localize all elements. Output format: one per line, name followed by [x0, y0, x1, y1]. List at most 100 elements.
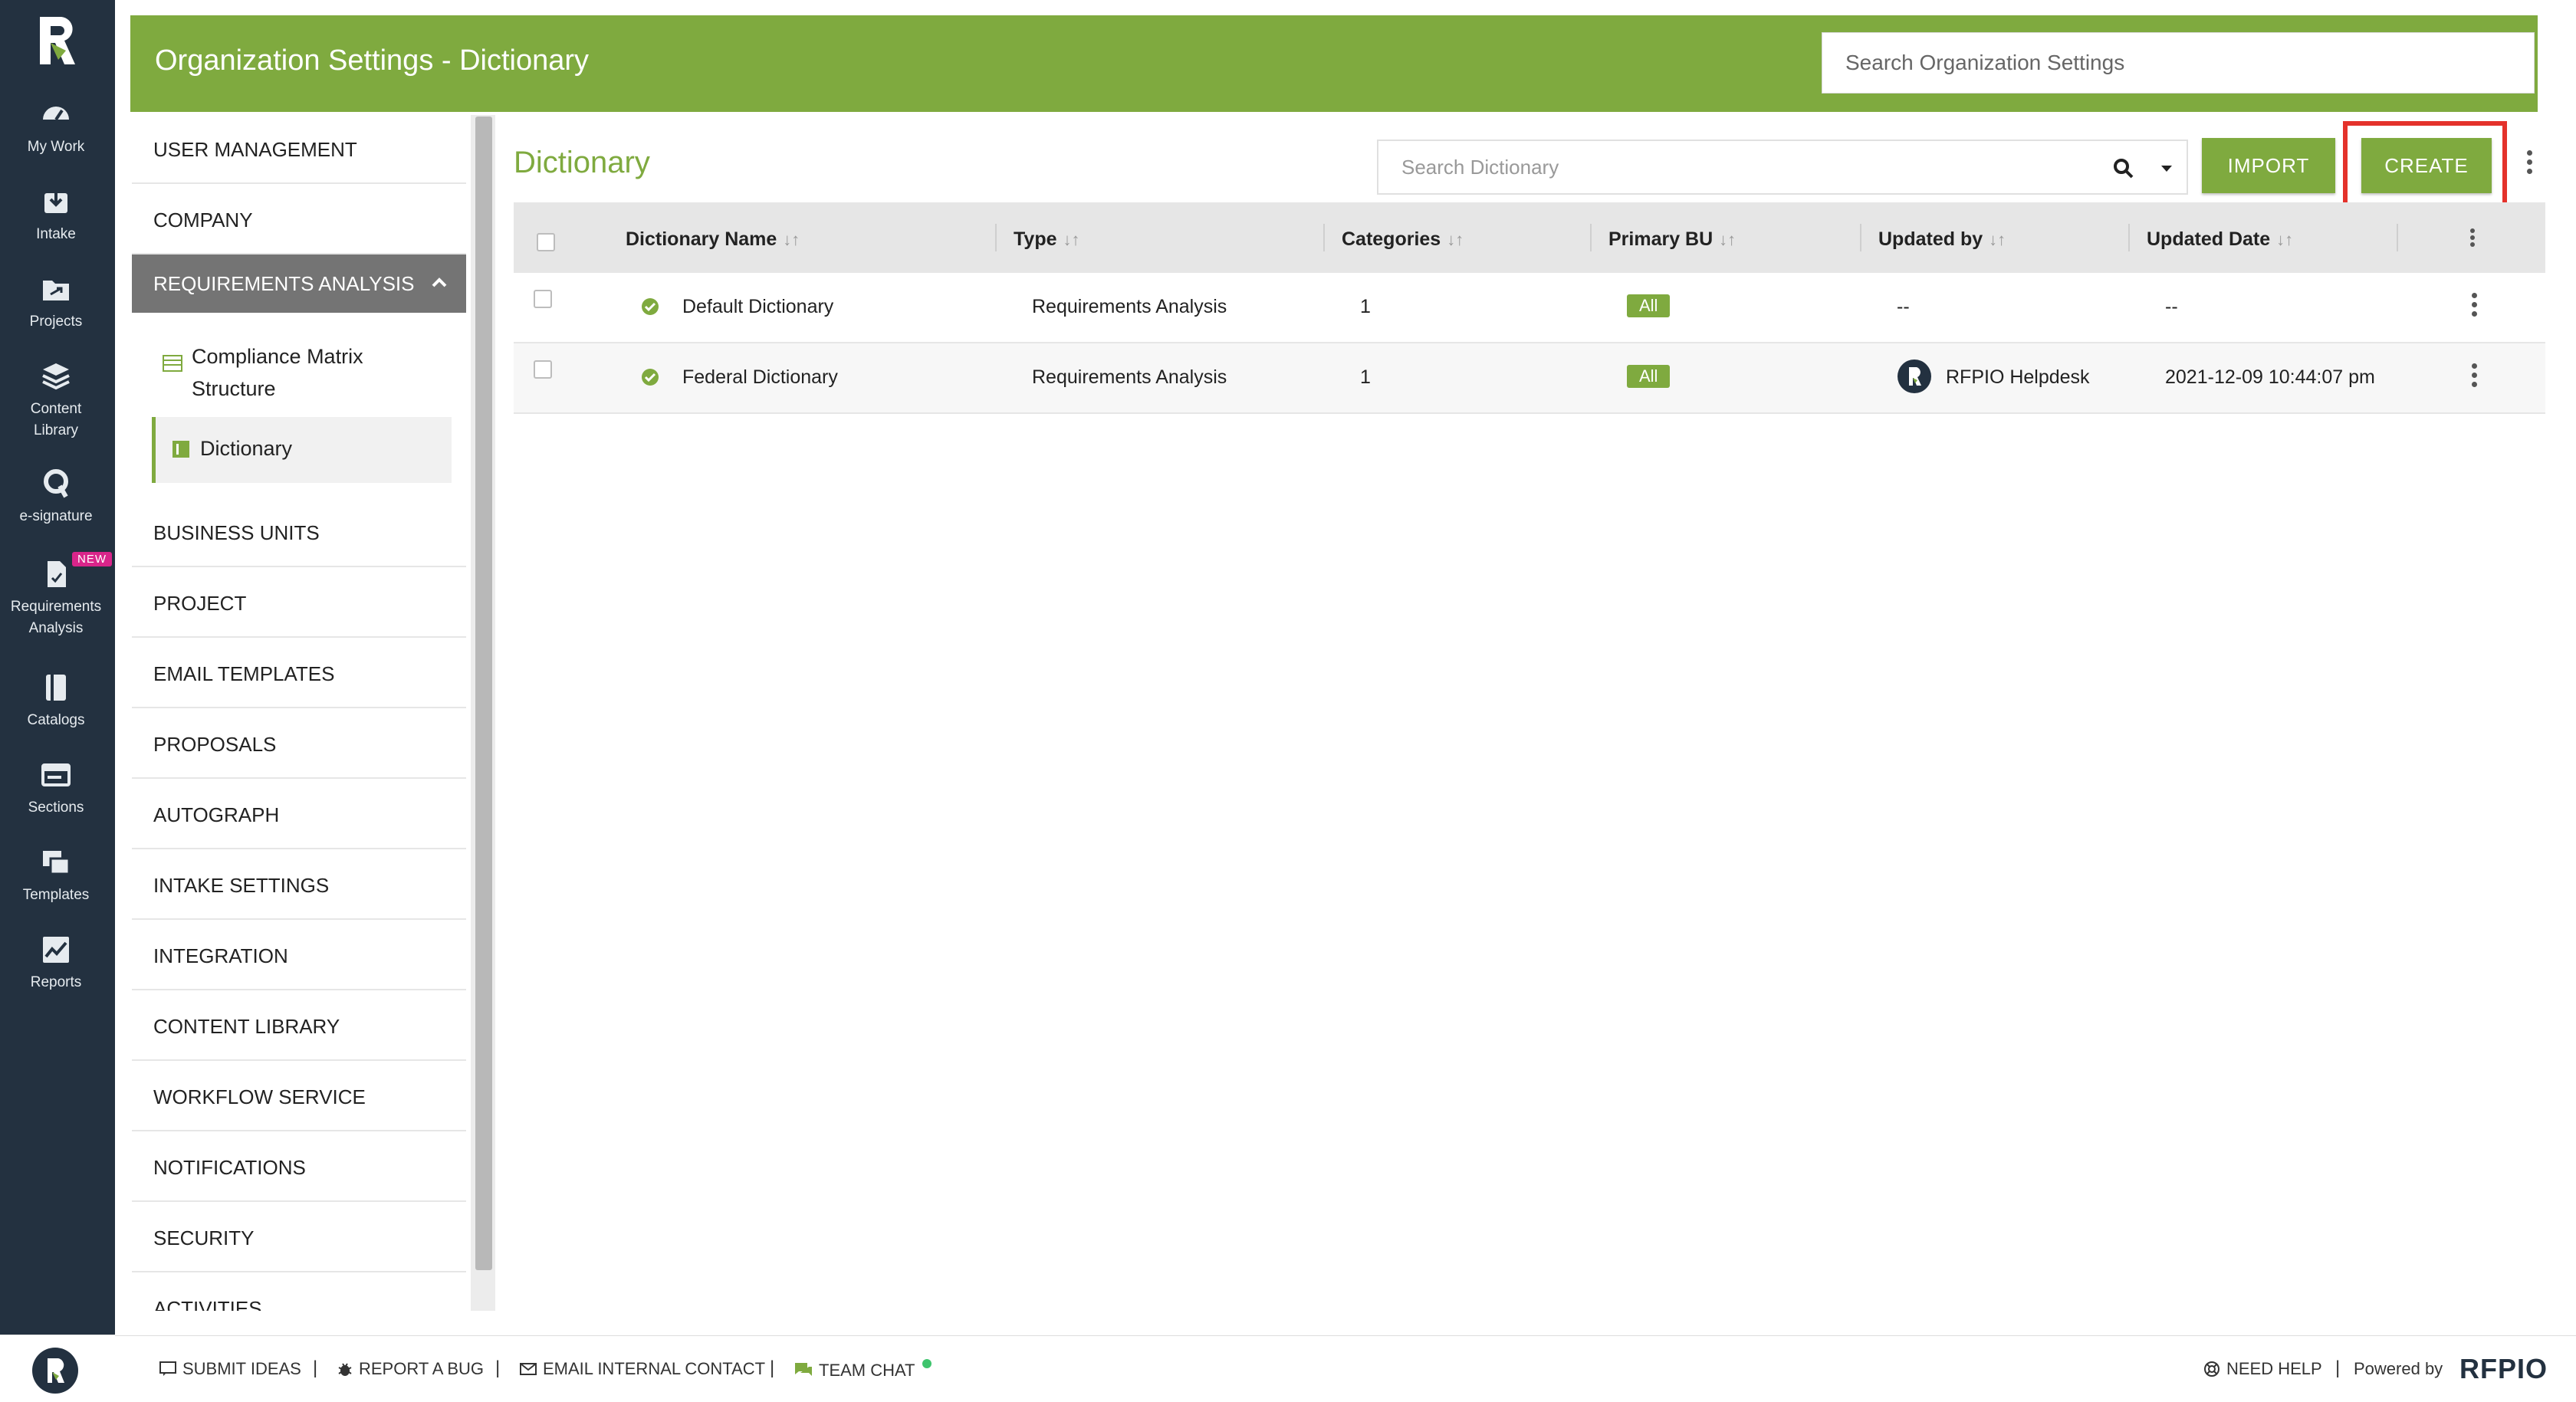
- column-updated-by[interactable]: Updated by ↓↑: [1878, 228, 2006, 251]
- nav-label: Library: [33, 422, 79, 438]
- menu-requirements-analysis[interactable]: REQUIREMENTS ANALYSIS: [132, 254, 466, 313]
- menu-proposals[interactable]: PROPOSALS: [132, 710, 466, 779]
- menu-project[interactable]: PROJECT: [132, 569, 466, 638]
- categories-cell: 1: [1360, 296, 1371, 317]
- updated-by-cell: --: [1897, 296, 1910, 317]
- dictionary-book-icon: [172, 441, 189, 458]
- sort-icon[interactable]: ↓↑: [1063, 230, 1080, 249]
- column-options-icon[interactable]: [2469, 228, 2476, 249]
- footer-separator: |: [495, 1358, 501, 1378]
- email-internal-contact-link[interactable]: EMAIL INTERNAL CONTACT: [520, 1359, 765, 1379]
- submit-ideas-link[interactable]: SUBMIT IDEAS: [159, 1359, 301, 1379]
- submenu-label: Compliance Matrix Structure: [192, 345, 363, 400]
- content-library-icon: [42, 363, 70, 390]
- dictionary-search-input[interactable]: [1377, 140, 2088, 195]
- menu-business-units[interactable]: BUSINESS UNITS: [132, 498, 466, 567]
- table-row[interactable]: Default Dictionary Requirements Analysis…: [514, 273, 2545, 343]
- active-check-icon: [642, 298, 659, 315]
- sort-icon[interactable]: ↓↑: [1447, 230, 1464, 249]
- column-updated-date[interactable]: Updated Date ↓↑: [2147, 228, 2293, 251]
- sort-icon[interactable]: ↓↑: [2276, 230, 2293, 249]
- nav-my-work[interactable]: My Work: [0, 98, 112, 158]
- dashboard-icon: [43, 107, 69, 121]
- nav-label: Content: [30, 401, 82, 417]
- column-categories[interactable]: Categories ↓↑: [1342, 228, 1464, 251]
- updated-by-cell: RFPIO Helpdesk: [1946, 366, 2090, 388]
- updated-date-cell: --: [2165, 296, 2178, 317]
- updated-date-cell: 2021-12-09 10:44:07 pm: [2165, 366, 2375, 388]
- user-avatar-icon[interactable]: [31, 1346, 80, 1395]
- nav-intake[interactable]: Intake: [0, 186, 112, 245]
- row-actions-icon[interactable]: [2470, 293, 2478, 320]
- bug-icon: [338, 1363, 352, 1376]
- submenu-compliance-matrix-structure[interactable]: Compliance Matrix Structure: [152, 334, 448, 411]
- column-divider: [1860, 224, 1861, 251]
- nav-projects[interactable]: Projects: [0, 273, 112, 333]
- comment-icon: [159, 1361, 176, 1376]
- categories-cell: 1: [1360, 366, 1371, 388]
- sort-icon[interactable]: ↓↑: [1989, 230, 2006, 249]
- import-button[interactable]: IMPORT: [2202, 138, 2335, 193]
- report-bug-link[interactable]: REPORT A BUG: [337, 1359, 484, 1379]
- dictionary-search-button[interactable]: [2087, 140, 2188, 195]
- nav-reports[interactable]: Reports: [0, 934, 112, 993]
- nav-templates[interactable]: Templates: [0, 846, 112, 906]
- nav-requirements-analysis[interactable]: NEW Requirements Analysis: [0, 552, 112, 639]
- nav-label: Catalogs: [27, 712, 85, 728]
- search-icon: [2114, 159, 2134, 179]
- dictionary-name-cell[interactable]: Federal Dictionary: [682, 366, 838, 389]
- organization-settings-search-input[interactable]: [1822, 32, 2535, 94]
- reports-icon: [43, 937, 69, 963]
- menu-security[interactable]: SECURITY: [132, 1203, 466, 1272]
- active-check-icon: [642, 369, 659, 386]
- team-chat-link[interactable]: TEAM CHAT: [794, 1359, 932, 1381]
- menu-user-management[interactable]: USER MANAGEMENT: [132, 115, 466, 184]
- submenu-dictionary[interactable]: Dictionary: [152, 417, 452, 483]
- sort-icon[interactable]: ↓↑: [783, 230, 800, 249]
- nav-label: Templates: [22, 887, 90, 903]
- more-options-icon[interactable]: [2525, 150, 2533, 178]
- row-actions-icon[interactable]: [2470, 363, 2478, 391]
- nav-catalogs[interactable]: Catalogs: [0, 671, 112, 731]
- envelope-icon: [520, 1363, 537, 1375]
- menu-workflow-service[interactable]: WORKFLOW SERVICE: [132, 1062, 466, 1131]
- nav-e-signature[interactable]: e-signature: [0, 468, 112, 527]
- sort-icon[interactable]: ↓↑: [1719, 230, 1736, 249]
- left-nav-rail: My Work Intake Projects Content Library …: [0, 0, 115, 1401]
- row-checkbox[interactable]: [534, 290, 552, 308]
- menu-scrollbar-thumb[interactable]: [475, 117, 492, 1270]
- column-divider: [995, 224, 997, 251]
- caret-down-icon[interactable]: [2160, 164, 2173, 173]
- menu-notifications[interactable]: NOTIFICATIONS: [132, 1133, 466, 1202]
- online-status-dot: [922, 1359, 932, 1368]
- dictionary-name-cell[interactable]: Default Dictionary: [682, 296, 833, 318]
- nav-label: Analysis: [28, 620, 84, 636]
- column-dictionary-name[interactable]: Dictionary Name ↓↑: [626, 228, 800, 251]
- menu-activities[interactable]: ACTIVITIES: [132, 1274, 466, 1311]
- nav-content-library[interactable]: Content Library: [0, 360, 112, 442]
- row-checkbox[interactable]: [534, 360, 552, 379]
- menu-email-templates[interactable]: EMAIL TEMPLATES: [132, 639, 466, 708]
- table-row[interactable]: Federal Dictionary Requirements Analysis…: [514, 343, 2545, 414]
- powered-by-text: Powered by: [2354, 1359, 2443, 1378]
- new-badge: NEW: [72, 552, 112, 566]
- menu-autograph[interactable]: AUTOGRAPH: [132, 780, 466, 849]
- menu-company[interactable]: COMPANY: [132, 186, 466, 254]
- column-primary-bu[interactable]: Primary BU ↓↑: [1608, 228, 1736, 251]
- chevron-up-icon[interactable]: [431, 274, 448, 291]
- dictionary-title: Dictionary: [514, 146, 650, 179]
- need-help-link[interactable]: NEED HELP: [2203, 1359, 2322, 1379]
- requirements-analysis-icon: [48, 561, 66, 587]
- sections-icon: [41, 763, 71, 786]
- column-type[interactable]: Type ↓↑: [1014, 228, 1080, 251]
- menu-integration[interactable]: INTEGRATION: [132, 921, 466, 990]
- select-all-checkbox[interactable]: [537, 233, 555, 251]
- rfpio-logo-icon[interactable]: [35, 14, 78, 67]
- menu-intake-settings[interactable]: INTAKE SETTINGS: [132, 851, 466, 920]
- nav-label: My Work: [27, 139, 85, 155]
- table-header: Dictionary Name ↓↑ Type ↓↑ Categories ↓↑ Pr…: [514, 202, 2545, 273]
- nav-sections[interactable]: Sections: [0, 759, 112, 819]
- menu-content-library[interactable]: CONTENT LIBRARY: [132, 992, 466, 1061]
- type-cell: Requirements Analysis: [1032, 296, 1227, 317]
- primary-bu-badge: All: [1627, 294, 1671, 317]
